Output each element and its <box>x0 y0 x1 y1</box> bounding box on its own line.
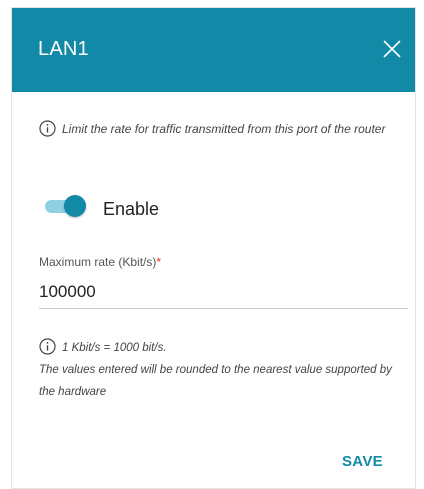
note-line-2: The values entered will be rounded to th… <box>39 364 392 398</box>
info-text: Limit the rate for traffic transmitted f… <box>62 122 386 136</box>
close-icon[interactable] <box>379 36 405 62</box>
max-rate-label-text: Maximum rate (Kbit/s) <box>39 255 157 269</box>
info-icon <box>39 120 56 137</box>
info-icon <box>39 338 56 355</box>
enable-label: Enable <box>103 199 160 219</box>
info-message: Limit the rate for traffic transmitted f… <box>39 118 404 140</box>
required-mark: * <box>156 255 162 269</box>
note-text-1: 1 Kbit/s = 1000 bit/s. <box>62 342 167 354</box>
toggle-knob <box>64 195 86 217</box>
dialog-header: LAN1 <box>12 8 415 92</box>
rate-note: 1 Kbit/s = 1000 bit/s. The values entere… <box>39 337 411 403</box>
dialog-title: LAN1 <box>38 38 89 60</box>
max-rate-input[interactable] <box>39 276 408 309</box>
lan1-dialog: LAN1 Limit the rate for traffic transmit… <box>11 7 416 489</box>
save-button[interactable]: SAVE <box>342 453 383 470</box>
note-line-1: 1 Kbit/s = 1000 bit/s. <box>39 337 411 359</box>
max-rate-label: Maximum rate (Kbit/s)* <box>39 255 161 269</box>
enable-toggle[interactable] <box>41 194 89 218</box>
